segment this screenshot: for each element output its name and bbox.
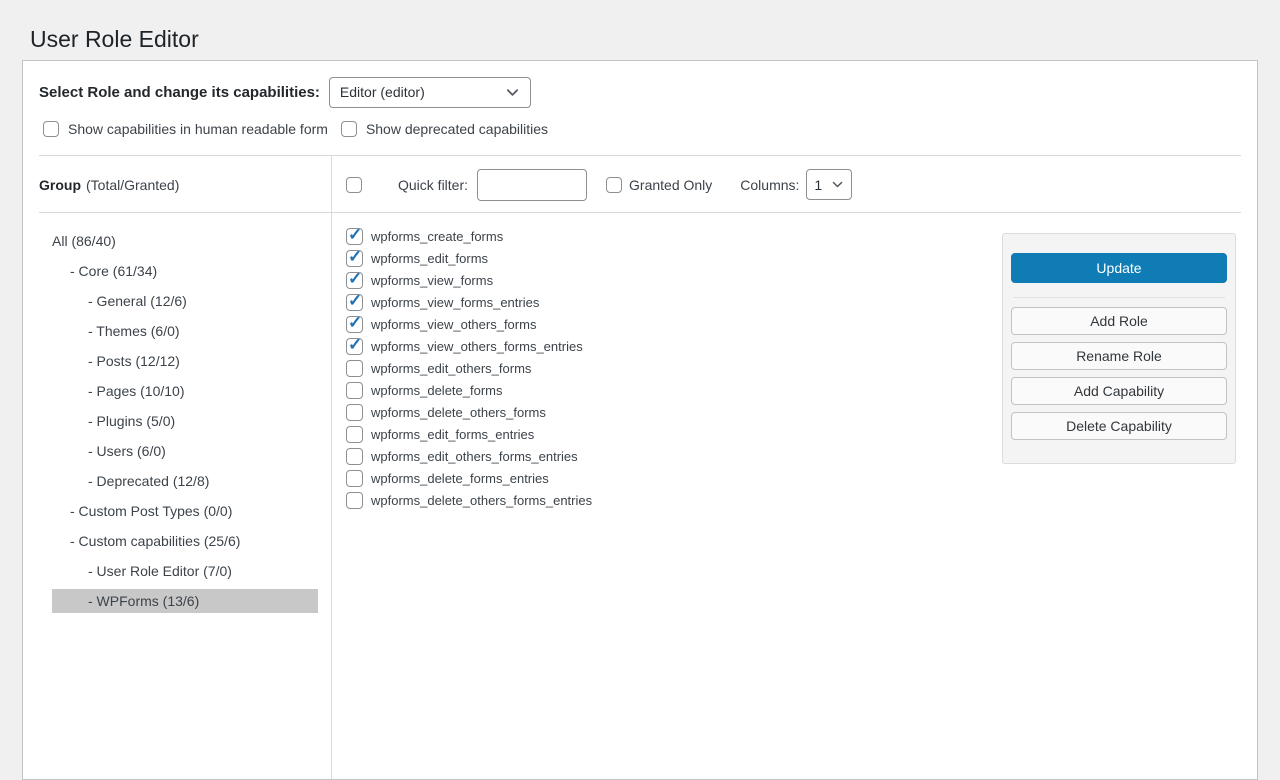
- chevron-down-icon: [505, 85, 520, 100]
- columns-select[interactable]: 1: [806, 169, 852, 200]
- deprecated-toggle: Show deprecated capabilities: [341, 121, 548, 137]
- group-tree-item[interactable]: - Custom Post Types (0/0): [52, 499, 318, 523]
- granted-only-label: Granted Only: [629, 177, 712, 193]
- group-tree-item[interactable]: - WPForms (13/6): [52, 589, 318, 613]
- columns-select-value: 1: [814, 177, 822, 193]
- group-label: Group: [39, 177, 81, 193]
- capability-name: wpforms_delete_forms_entries: [371, 471, 549, 486]
- divider: [1013, 297, 1225, 298]
- capability-row[interactable]: wpforms_delete_forms_entries: [346, 467, 1257, 489]
- display-options-row: Show capabilities in human readable form…: [23, 119, 1257, 139]
- human-readable-label: Show capabilities in human readable form: [68, 121, 328, 137]
- capability-checkbox[interactable]: [346, 338, 363, 355]
- role-selector-label: Select Role and change its capabilities:: [39, 84, 320, 101]
- chevron-down-icon: [831, 178, 844, 191]
- quick-filter-label: Quick filter:: [398, 177, 468, 193]
- quick-filter-input[interactable]: [477, 169, 587, 201]
- role-selector-row: Select Role and change its capabilities:…: [23, 61, 1257, 109]
- action-button[interactable]: Delete Capability: [1011, 412, 1227, 440]
- groups-column: Group (Total/Granted) All (86/40) - Core…: [23, 156, 332, 779]
- capability-row[interactable]: wpforms_delete_others_forms_entries: [346, 489, 1257, 511]
- capability-checkbox[interactable]: [346, 448, 363, 465]
- capability-checkbox[interactable]: [346, 250, 363, 267]
- group-tree-item[interactable]: - Users (6/0): [52, 439, 318, 463]
- capability-name: wpforms_view_others_forms_entries: [371, 339, 583, 354]
- action-button[interactable]: Add Role: [1011, 307, 1227, 335]
- deprecated-checkbox[interactable]: [341, 121, 357, 137]
- capability-name: wpforms_edit_forms: [371, 251, 488, 266]
- role-select[interactable]: Editor (editor): [329, 77, 531, 108]
- group-header: Group (Total/Granted): [23, 156, 331, 213]
- group-tree-item[interactable]: - Core (61/34): [52, 259, 318, 283]
- capability-name: wpforms_delete_others_forms: [371, 405, 546, 420]
- user-role-editor-panel: Select Role and change its capabilities:…: [22, 60, 1258, 780]
- granted-only-checkbox[interactable]: [606, 177, 622, 193]
- select-all-checkbox[interactable]: [346, 177, 362, 193]
- main-area: Group (Total/Granted) All (86/40) - Core…: [23, 156, 1257, 779]
- capability-name: wpforms_create_forms: [371, 229, 503, 244]
- group-tree-item[interactable]: - User Role Editor (7/0): [52, 559, 318, 583]
- human-readable-toggle: Show capabilities in human readable form: [43, 121, 328, 137]
- role-select-value: Editor (editor): [340, 84, 425, 100]
- action-button[interactable]: Add Capability: [1011, 377, 1227, 405]
- group-tree-item[interactable]: - Themes (6/0): [52, 319, 318, 343]
- group-tree: All (86/40) - Core (61/34) - General (12…: [23, 213, 331, 613]
- capability-checkbox[interactable]: [346, 360, 363, 377]
- capability-checkbox[interactable]: [346, 470, 363, 487]
- capability-checkbox[interactable]: [346, 272, 363, 289]
- group-tree-item[interactable]: - Deprecated (12/8): [52, 469, 318, 493]
- group-tree-item[interactable]: - Pages (10/10): [52, 379, 318, 403]
- capability-checkbox[interactable]: [346, 316, 363, 333]
- capability-name: wpforms_view_others_forms: [371, 317, 536, 332]
- capability-checkbox[interactable]: [346, 228, 363, 245]
- actions-panel: Update Add Role Rename Role Add Capabili…: [1002, 233, 1236, 464]
- update-button[interactable]: Update: [1011, 253, 1227, 283]
- capability-checkbox[interactable]: [346, 294, 363, 311]
- capability-name: wpforms_delete_forms: [371, 383, 503, 398]
- capability-name: wpforms_view_forms_entries: [371, 295, 539, 310]
- capability-name: wpforms_delete_others_forms_entries: [371, 493, 592, 508]
- group-tree-item[interactable]: - Custom capabilities (25/6): [52, 529, 318, 553]
- capability-name: wpforms_edit_forms_entries: [371, 427, 534, 442]
- human-readable-checkbox[interactable]: [43, 121, 59, 137]
- deprecated-label: Show deprecated capabilities: [366, 121, 548, 137]
- capability-checkbox[interactable]: [346, 426, 363, 443]
- group-tree-item[interactable]: All (86/40): [52, 229, 318, 253]
- capability-name: wpforms_view_forms: [371, 273, 493, 288]
- group-tree-item[interactable]: - General (12/6): [52, 289, 318, 313]
- group-suffix: (Total/Granted): [86, 177, 179, 193]
- group-tree-item[interactable]: - Plugins (5/0): [52, 409, 318, 433]
- capability-name: wpforms_edit_others_forms: [371, 361, 531, 376]
- capability-checkbox[interactable]: [346, 382, 363, 399]
- columns-label: Columns:: [740, 177, 799, 193]
- page-title: User Role Editor: [30, 25, 1280, 54]
- secondary-actions: Add Role Rename Role Add Capability Dele…: [1011, 307, 1227, 440]
- capability-name: wpforms_edit_others_forms_entries: [371, 449, 578, 464]
- capability-checkbox[interactable]: [346, 492, 363, 509]
- filter-row: Quick filter: Granted Only Columns: 1: [332, 156, 1257, 213]
- group-tree-item[interactable]: - Posts (12/12): [52, 349, 318, 373]
- action-button[interactable]: Rename Role: [1011, 342, 1227, 370]
- capability-checkbox[interactable]: [346, 404, 363, 421]
- capabilities-column: Quick filter: Granted Only Columns: 1: [332, 156, 1257, 779]
